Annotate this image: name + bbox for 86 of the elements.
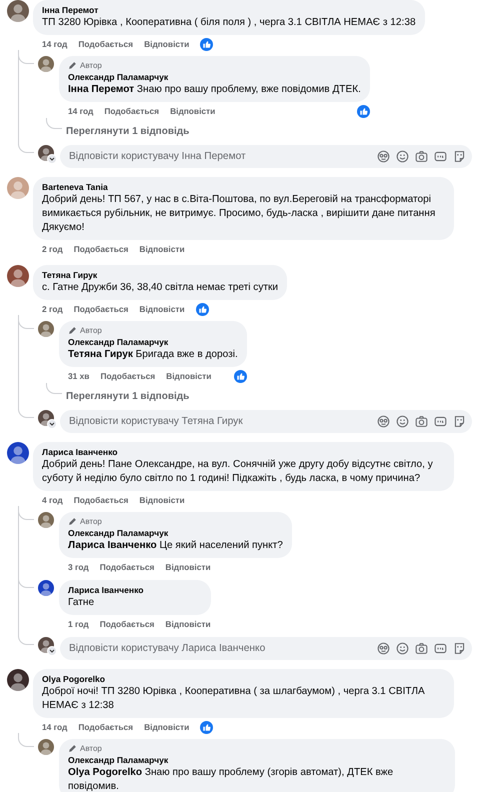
like-link[interactable]: Подобається xyxy=(100,618,154,631)
view-replies-link[interactable]: Переглянути 1 відповідь xyxy=(66,390,190,404)
comment-text: Тетяна Гирук Бригада вже в дорозі. xyxy=(68,348,238,362)
comment-text: Гатне xyxy=(68,596,96,610)
like-link[interactable]: Подобається xyxy=(104,105,160,118)
pencil-icon xyxy=(68,61,77,70)
author-name[interactable]: Олександр Паламарчук xyxy=(68,754,446,766)
author-name[interactable]: Лариса Іванченко xyxy=(42,446,445,458)
pencil-icon xyxy=(68,517,77,526)
like-link[interactable]: Подобається xyxy=(74,494,128,507)
author-name[interactable]: Тетяна Гирук xyxy=(42,269,278,281)
gif-icon[interactable] xyxy=(434,150,447,163)
reply-input[interactable]: Відповісти користувачу Тетяна Гирук xyxy=(69,416,371,427)
comment-text: Добрий день! ТП 567, у нас в с.Віта-Поштова, по вул.Береговій на трансформаторі вимикається рубільник, не витримує. Просимо, будь-ласка , вирішити дане питання Дякуємо! xyxy=(42,193,436,235)
sticker-icon[interactable] xyxy=(453,415,466,428)
like-link[interactable]: Подобається xyxy=(74,303,128,316)
author-name[interactable]: Barteneva Tania xyxy=(42,181,445,193)
author-name[interactable]: Лариса Іванченко xyxy=(68,584,202,596)
glasses-face-icon[interactable] xyxy=(377,150,390,163)
chevron-icon[interactable] xyxy=(47,154,57,164)
comment-time[interactable]: 2 год xyxy=(42,303,63,316)
view-replies-link[interactable]: Переглянути 1 відповідь xyxy=(66,125,190,139)
gif-icon[interactable] xyxy=(434,415,447,428)
comment-time[interactable]: 31 хв xyxy=(68,370,90,383)
glasses-face-icon[interactable] xyxy=(377,642,390,655)
comment-time[interactable]: 14 год xyxy=(42,721,68,734)
comment-time[interactable]: 14 год xyxy=(68,105,94,118)
pencil-icon xyxy=(68,326,77,335)
reply-link[interactable]: Відповісти xyxy=(144,721,190,734)
reply-link[interactable]: Відповісти xyxy=(165,618,211,631)
glasses-face-icon[interactable] xyxy=(377,415,390,428)
comment-text: с. Гатне Дружби 36, 38,40 світла немає треті сутки xyxy=(42,281,278,295)
gif-icon[interactable] xyxy=(434,642,447,655)
reply-link[interactable]: Відповісти xyxy=(166,370,212,383)
author-name[interactable]: Olya Pogorelko xyxy=(42,673,445,685)
camera-icon[interactable] xyxy=(415,642,428,655)
comment-time[interactable]: 14 год xyxy=(42,38,68,51)
sticker-icon[interactable] xyxy=(453,150,466,163)
thread-line xyxy=(18,733,34,747)
reply-link[interactable]: Відповісти xyxy=(139,243,185,256)
author-name[interactable]: Олександр Паламарчук xyxy=(68,336,238,348)
like-link[interactable]: Подобається xyxy=(100,561,154,574)
like-link[interactable]: Подобається xyxy=(74,243,128,256)
camera-icon[interactable] xyxy=(415,150,428,163)
smiley-icon[interactable] xyxy=(396,415,409,428)
reply-link[interactable]: Відповісти xyxy=(165,561,211,574)
thread-line xyxy=(46,118,62,129)
comment-text: Olya Pogorelko Знаю про вашу проблему (згорів автомат), ДТЕК вже повідомив. xyxy=(68,766,394,792)
reply-field[interactable]: Відповісти користувачу Тетяна Гирук xyxy=(60,410,472,433)
comment-time[interactable]: 3 год xyxy=(68,561,89,574)
chevron-icon[interactable] xyxy=(47,419,57,429)
comment-text: Добрий день! Пане Олександре, на вул. Сонячній уже другу добу відсутнє світло, у суботу й неділю було світло по 1 годині! Підкажіть , будь ласка, в чому причина? xyxy=(42,458,434,486)
comment-time[interactable]: 2 год xyxy=(42,243,63,256)
comment-text: ТП 3280 Юрівка , Кооперативна ( біля поля ) , черга 3.1 СВІТЛА НЕМАЄ з 12:38 xyxy=(42,16,416,30)
reply-link[interactable]: Відповісти xyxy=(139,494,185,507)
reply-link[interactable]: Відповісти xyxy=(139,303,185,316)
reply-input[interactable]: Відповісти користувачу Лариса Іванченко xyxy=(69,643,371,654)
chevron-icon[interactable] xyxy=(47,646,57,656)
camera-icon[interactable] xyxy=(415,415,428,428)
author-name[interactable]: Інна Перемот xyxy=(42,4,416,16)
reply-field[interactable]: Відповісти користувачу Лариса Іванченко xyxy=(60,637,472,660)
reply-field[interactable]: Відповісти користувачу Інна Перемот xyxy=(60,145,472,168)
smiley-icon[interactable] xyxy=(396,642,409,655)
smiley-icon[interactable] xyxy=(396,150,409,163)
like-link[interactable]: Подобається xyxy=(100,370,156,383)
comment-text: Лариса Іванченко Це який населений пункт? xyxy=(68,539,283,553)
thread-line xyxy=(46,383,62,394)
avatar xyxy=(38,637,54,653)
comment-time[interactable]: 1 год xyxy=(68,618,89,631)
sticker-icon[interactable] xyxy=(453,642,466,655)
reply-link[interactable]: Відповісти xyxy=(170,105,216,118)
author-name[interactable]: Олександр Паламарчук xyxy=(68,71,361,83)
comment-text: Інна Перемот Знаю про вашу проблему, вже повідомив ДТЕК. xyxy=(68,83,361,97)
reply-input[interactable]: Відповісти користувачу Інна Перемот xyxy=(69,151,371,162)
like-link[interactable]: Подобається xyxy=(78,38,134,51)
comment-text: Доброї ночі! ТП 3280 Юрівка , Кооперативна ( за шлагбаумом) , черга 3.1 СВІТЛА НЕМАЄ з 12:38 xyxy=(42,685,426,713)
author-label: Автор xyxy=(80,516,102,527)
reply-link[interactable]: Відповісти xyxy=(144,38,190,51)
author-label: Автор xyxy=(80,60,102,71)
author-label: Автор xyxy=(80,743,102,754)
comment-time[interactable]: 4 год xyxy=(42,494,63,507)
pencil-icon xyxy=(68,744,77,753)
avatar xyxy=(38,410,54,426)
author-label: Автор xyxy=(80,325,102,336)
like-link[interactable]: Подобається xyxy=(78,721,134,734)
author-name[interactable]: Олександр Паламарчук xyxy=(68,527,283,539)
